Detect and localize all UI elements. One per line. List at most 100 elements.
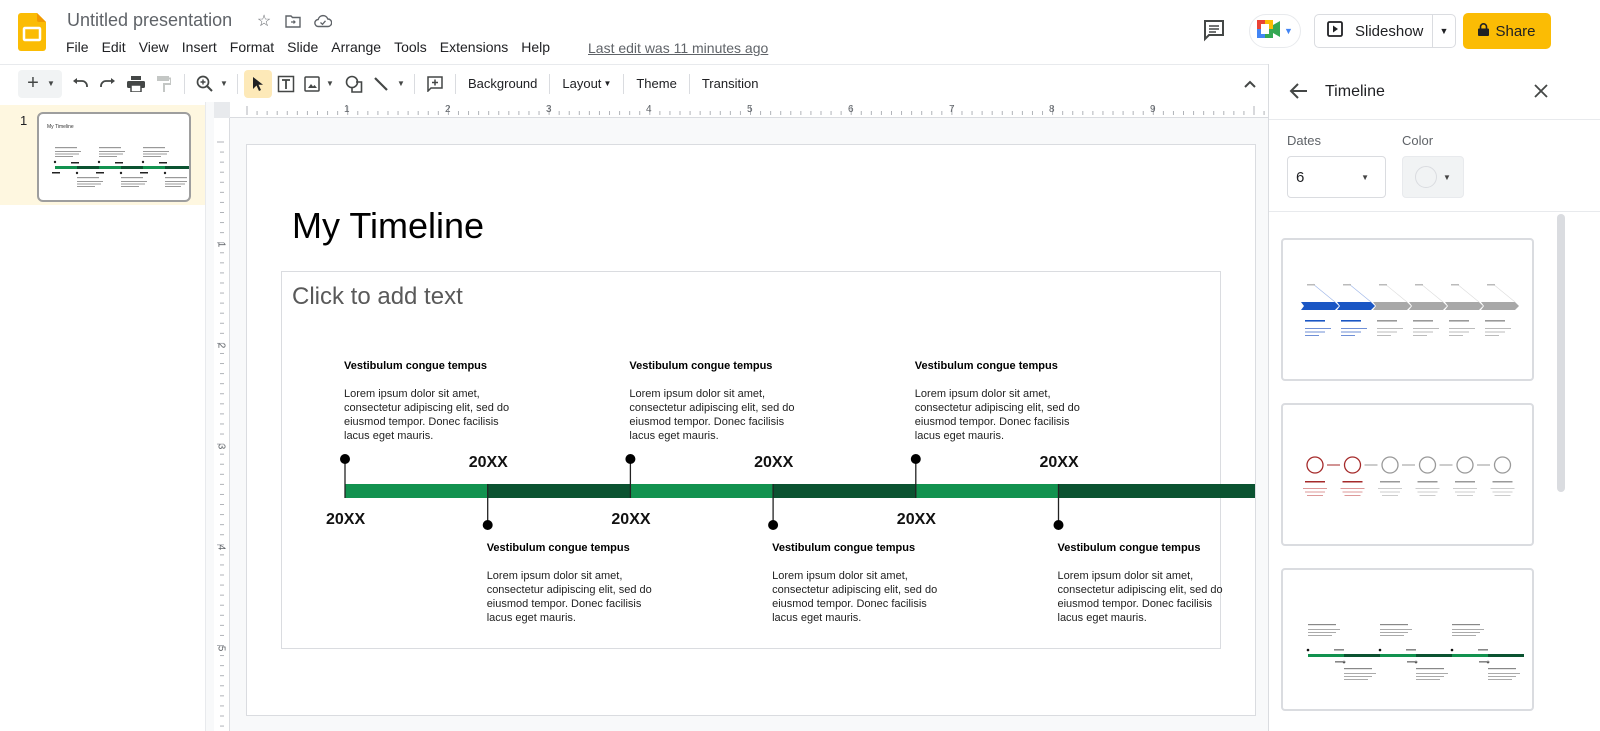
timeline-event[interactable]: Vestibulum congue tempus Lorem ipsum dolo…	[772, 542, 942, 625]
circle-marker	[1493, 456, 1512, 474]
alt-text-line	[1416, 676, 1444, 677]
circle-text-line	[1457, 495, 1473, 496]
cloud-saved-icon[interactable]	[313, 11, 333, 31]
event-body: Lorem ipsum dolor sit amet, consectetur …	[344, 388, 510, 442]
menu-tools[interactable]: Tools	[394, 39, 427, 55]
menu-format[interactable]: Format	[230, 39, 274, 55]
chevron-date	[1487, 284, 1495, 286]
background-button[interactable]: Background	[462, 70, 543, 98]
menu-extensions[interactable]: Extensions	[440, 39, 508, 55]
zoom-icon[interactable]	[191, 70, 217, 98]
timeline-marker-dot	[625, 454, 636, 464]
menu-view[interactable]: View	[139, 39, 169, 55]
color-select[interactable]: ▼	[1402, 156, 1464, 198]
timeline-template-chevron[interactable]	[1281, 238, 1534, 381]
slides-logo-icon[interactable]	[18, 13, 46, 51]
filmstrip-slide-1[interactable]: 1 My Timeline	[0, 105, 205, 205]
circle-text-line	[1417, 491, 1438, 493]
slideshow-button[interactable]: Slideshow	[1315, 15, 1433, 47]
meet-button[interactable]: ▼	[1249, 14, 1301, 48]
alt-heading	[1380, 624, 1408, 626]
slide-thumbnail[interactable]: My Timeline	[37, 112, 191, 202]
event-year[interactable]: 20XX	[611, 511, 650, 529]
chevron-label	[1449, 320, 1469, 322]
add-comment-icon[interactable]	[421, 70, 449, 98]
slide[interactable]: My Timeline Click to add text Vestibulum…	[246, 144, 1256, 716]
document-title[interactable]: Untitled presentation	[67, 10, 232, 31]
circle-marker	[1418, 456, 1437, 474]
event-heading: Vestibulum congue tempus	[772, 542, 916, 554]
circle-text-line	[1305, 491, 1325, 493]
timeline-event[interactable]: Vestibulum congue tempus Lorem ipsum dolo…	[1058, 542, 1228, 625]
event-year[interactable]: 20XX	[754, 454, 793, 472]
line-dropdown[interactable]: ▼	[394, 70, 408, 98]
comment-history-icon[interactable]	[1202, 18, 1230, 44]
close-icon[interactable]	[1534, 84, 1550, 100]
toolbar-divider	[414, 73, 415, 94]
event-year[interactable]: 20XX	[469, 454, 508, 472]
theme-button[interactable]: Theme	[630, 70, 682, 98]
layout-button[interactable]: Layout ▼	[556, 70, 617, 98]
line-icon[interactable]	[368, 70, 394, 98]
transition-button[interactable]: Transition	[696, 70, 765, 98]
menu-file[interactable]: File	[66, 39, 89, 55]
back-arrow-icon[interactable]	[1289, 81, 1311, 103]
select-tool-icon[interactable]	[244, 69, 272, 98]
menu-insert[interactable]: Insert	[182, 39, 217, 55]
color-swatch-icon	[1415, 166, 1438, 188]
shape-icon[interactable]	[340, 70, 368, 98]
alt-bar-segment	[1344, 654, 1380, 657]
chevron-leader	[1348, 283, 1372, 303]
toolbar-divider	[455, 73, 456, 94]
circle-text-line	[1307, 495, 1323, 496]
timeline-graphic[interactable]: Vestibulum congue tempus Lorem ipsum dolo…	[247, 145, 1255, 715]
alt-text-line	[1452, 632, 1480, 633]
event-year[interactable]: 20XX	[326, 511, 365, 529]
slide-filmstrip: 1 My Timeline	[0, 102, 205, 731]
event-year[interactable]: 20XX	[1040, 454, 1079, 472]
slideshow-options-dropdown[interactable]: ▼	[1433, 26, 1455, 36]
horizontal-ruler[interactable]: 1 2 3 4 5 6 7 8 9	[230, 102, 1269, 118]
ruler-label: 3	[546, 104, 552, 115]
circle-marker	[1381, 456, 1399, 474]
print-icon[interactable]	[122, 70, 150, 98]
chevron-text-line	[1377, 331, 1397, 333]
ruler-label: 4	[646, 104, 652, 115]
menu-edit[interactable]: Edit	[102, 39, 126, 55]
collapse-toolbar-icon[interactable]	[1240, 70, 1260, 98]
alt-text-line	[1380, 635, 1404, 636]
share-button[interactable]: Share	[1463, 13, 1551, 49]
timeline-event[interactable]: Vestibulum congue tempus Lorem ipsum dolo…	[629, 360, 799, 443]
zoom-dropdown[interactable]: ▼	[217, 70, 231, 98]
star-icon[interactable]: ☆	[254, 11, 274, 31]
new-slide-layout-dropdown[interactable]: ▼	[44, 70, 58, 98]
image-dropdown[interactable]: ▼	[324, 70, 336, 98]
text-box-icon[interactable]	[272, 70, 300, 98]
move-to-folder-icon[interactable]	[283, 11, 303, 31]
circle-text-line	[1380, 491, 1400, 493]
insert-image-icon[interactable]	[300, 70, 324, 98]
menu-help[interactable]: Help	[521, 39, 550, 55]
event-year[interactable]: 20XX	[897, 511, 936, 529]
dates-select[interactable]: 6 ▼	[1287, 156, 1386, 198]
circle-template-preview	[1303, 456, 1515, 496]
timeline-event[interactable]: Vestibulum congue tempus Lorem ipsum dolo…	[344, 360, 514, 443]
timeline-event[interactable]: Vestibulum congue tempus Lorem ipsum dolo…	[915, 360, 1085, 443]
timeline-template-circles[interactable]	[1281, 403, 1534, 546]
event-body: Lorem ipsum dolor sit amet, consectetur …	[629, 388, 795, 442]
ruler-label: 5	[215, 645, 227, 652]
undo-icon[interactable]	[66, 70, 94, 98]
toolbar-divider	[688, 73, 690, 94]
paint-format-icon[interactable]	[150, 70, 178, 98]
redo-icon[interactable]	[94, 70, 122, 98]
new-slide-plus-icon[interactable]: +	[22, 70, 44, 98]
menu-slide[interactable]: Slide	[287, 39, 318, 55]
panel-scrollbar[interactable]	[1557, 214, 1565, 492]
timeline-event[interactable]: Vestibulum congue tempus Lorem ipsum dolo…	[487, 542, 657, 625]
circle-text-line	[1340, 488, 1365, 489]
timeline-template-alternating[interactable]	[1281, 568, 1534, 711]
menu-arrange[interactable]: Arrange	[331, 39, 381, 55]
vertical-ruler[interactable]: 1 2 3 4 5	[214, 118, 230, 731]
event-body: Lorem ipsum dolor sit amet, consectetur …	[1057, 570, 1223, 624]
last-edit-link[interactable]: Last edit was 11 minutes ago	[588, 40, 768, 56]
